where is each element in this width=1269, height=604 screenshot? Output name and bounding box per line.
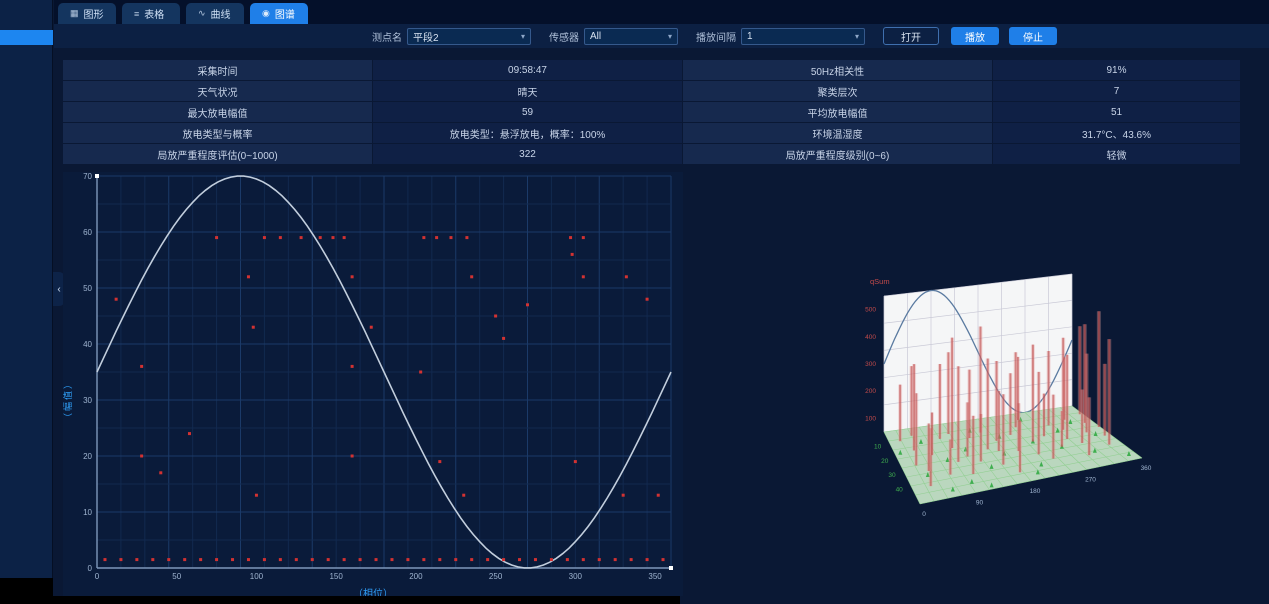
table-value: 31.7°C、43.6% (993, 123, 1241, 143)
svg-text:20: 20 (83, 452, 92, 461)
table-label: 环境温湿度 (683, 123, 993, 143)
svg-text:0: 0 (922, 511, 926, 518)
svg-text:90: 90 (976, 500, 984, 507)
svg-text:10: 10 (874, 443, 882, 450)
sidebar (0, 0, 53, 604)
play-button[interactable]: 播放 (951, 27, 999, 45)
table-row: 放电类型与概率放电类型：悬浮放电，概率：100%环境温湿度31.7°C、43.6… (63, 123, 1242, 143)
open-button[interactable]: 打开 (883, 27, 939, 45)
tab-label: 表格 (144, 6, 164, 21)
svg-text:500: 500 (865, 307, 876, 314)
svg-text:30: 30 (888, 472, 896, 479)
table-value: 09:58:47 (373, 60, 683, 80)
info-table: 采集时间09:58:4750Hz相关性91%天气状况晴天聚类层次7最大放电幅值5… (63, 60, 1242, 165)
curve-icon: ∿ (198, 8, 206, 19)
svg-text:100: 100 (250, 572, 264, 581)
bottom-strip (0, 596, 680, 604)
point-select-value: 平段2 (413, 29, 439, 44)
svg-text:150: 150 (329, 572, 343, 581)
table-label: 放电类型与概率 (63, 123, 373, 143)
table-value: 59 (373, 102, 683, 122)
prpd-3d-chart: 50040030020010010203040090180270360qSum (840, 258, 1160, 548)
filter-interval-label: 播放间隔 (696, 29, 736, 44)
svg-text:（幅值）: （幅值） (63, 378, 73, 422)
point-select[interactable]: 平段2 ▾ (407, 28, 531, 45)
filter-sensor-label: 传感器 (549, 29, 579, 44)
tab-bar: ▦ 图形 ≡ 表格 ∿ 曲线 ◉ 图谱 (54, 0, 1269, 24)
svg-text:180: 180 (1030, 488, 1041, 495)
table-value: 322 (373, 144, 683, 164)
svg-text:qSum: qSum (870, 277, 890, 286)
prpd-2d-svg: 0 50 100 150 200 250 300 350 0 10 20 30 40 50 60 70 （幅值） (63, 172, 683, 596)
svg-text:10: 10 (83, 508, 92, 517)
sidebar-active-item[interactable] (0, 30, 53, 45)
table-label: 采集时间 (63, 60, 373, 80)
table-label: 局放严重程度级别(0~6) (683, 144, 993, 164)
svg-text:60: 60 (83, 228, 92, 237)
table-value: 放电类型：悬浮放电，概率：100% (373, 123, 683, 143)
table-label: 平均放电幅值 (683, 102, 993, 122)
svg-text:300: 300 (865, 361, 876, 368)
table-value: 91% (993, 60, 1241, 80)
svg-text:270: 270 (1085, 477, 1096, 484)
svg-text:20: 20 (881, 458, 889, 465)
chevron-down-icon: ▾ (521, 32, 525, 41)
svg-text:50: 50 (83, 284, 92, 293)
svg-text:250: 250 (489, 572, 503, 581)
table-row: 最大放电幅值59平均放电幅值51 (63, 102, 1242, 122)
tab-curve[interactable]: ∿ 曲线 (186, 3, 244, 24)
chevron-down-icon: ▾ (668, 32, 672, 41)
table-value: 51 (993, 102, 1241, 122)
chart-icon: ◉ (262, 8, 270, 19)
svg-text:40: 40 (83, 340, 92, 349)
tab-table[interactable]: ≡ 表格 (122, 3, 180, 24)
svg-text:360: 360 (1141, 465, 1152, 472)
table-row: 天气状况晴天聚类层次7 (63, 81, 1242, 101)
list-icon: ≡ (134, 9, 139, 19)
tab-label: 图形 (84, 6, 104, 21)
svg-text:0: 0 (95, 572, 100, 581)
chevron-down-icon: ▾ (855, 32, 859, 41)
svg-text:70: 70 (83, 172, 92, 181)
prpd-2d-chart: 0 50 100 150 200 250 300 350 0 10 20 30 40 50 60 70 （幅值） (63, 172, 683, 596)
tab-graph[interactable]: ▦ 图形 (58, 3, 116, 24)
svg-text:200: 200 (865, 388, 876, 395)
svg-text:40: 40 (896, 487, 904, 494)
filter-sensor: 传感器 All ▾ (549, 28, 678, 45)
filter-interval: 播放间隔 1 ▾ (696, 28, 865, 45)
tab-label: 图谱 (275, 6, 295, 21)
table-label: 聚类层次 (683, 81, 993, 101)
table-row: 采集时间09:58:4750Hz相关性91% (63, 60, 1242, 80)
svg-text:200: 200 (409, 572, 423, 581)
tab-label: 曲线 (211, 6, 231, 21)
filter-point-label: 测点名 (372, 29, 402, 44)
table-row: 局放严重程度评估(0~1000)322局放严重程度级别(0~6)轻微 (63, 144, 1242, 164)
table-label: 50Hz相关性 (683, 60, 993, 80)
svg-text:400: 400 (865, 334, 876, 341)
svg-text:350: 350 (648, 572, 662, 581)
prpd-3d-svg: 50040030020010010203040090180270360qSum (840, 258, 1160, 548)
toolbar: 测点名 平段2 ▾ 传感器 All ▾ 播放间隔 1 ▾ 打开 播放 停止 (54, 24, 1269, 48)
interval-select[interactable]: 1 ▾ (741, 28, 865, 45)
svg-text:100: 100 (865, 415, 876, 422)
sensor-select[interactable]: All ▾ (584, 28, 678, 45)
table-label: 天气状况 (63, 81, 373, 101)
table-value: 晴天 (373, 81, 683, 101)
svg-text:50: 50 (172, 572, 181, 581)
table-value: 7 (993, 81, 1241, 101)
tab-spectrum[interactable]: ◉ 图谱 (250, 3, 308, 24)
sensor-select-value: All (590, 31, 601, 42)
stop-button[interactable]: 停止 (1009, 27, 1057, 45)
svg-text:0: 0 (88, 564, 93, 573)
table-label: 最大放电幅值 (63, 102, 373, 122)
grid-icon: ▦ (70, 8, 79, 19)
svg-text:30: 30 (83, 396, 92, 405)
svg-text:300: 300 (569, 572, 583, 581)
dashboard-root: ‹ ▦ 图形 ≡ 表格 ∿ 曲线 ◉ 图谱 测点名 平段2 ▾ 传感器 (0, 0, 1269, 604)
filter-point: 测点名 平段2 ▾ (372, 28, 531, 45)
interval-select-value: 1 (747, 31, 753, 42)
table-label: 局放严重程度评估(0~1000) (63, 144, 373, 164)
table-value: 轻微 (993, 144, 1241, 164)
